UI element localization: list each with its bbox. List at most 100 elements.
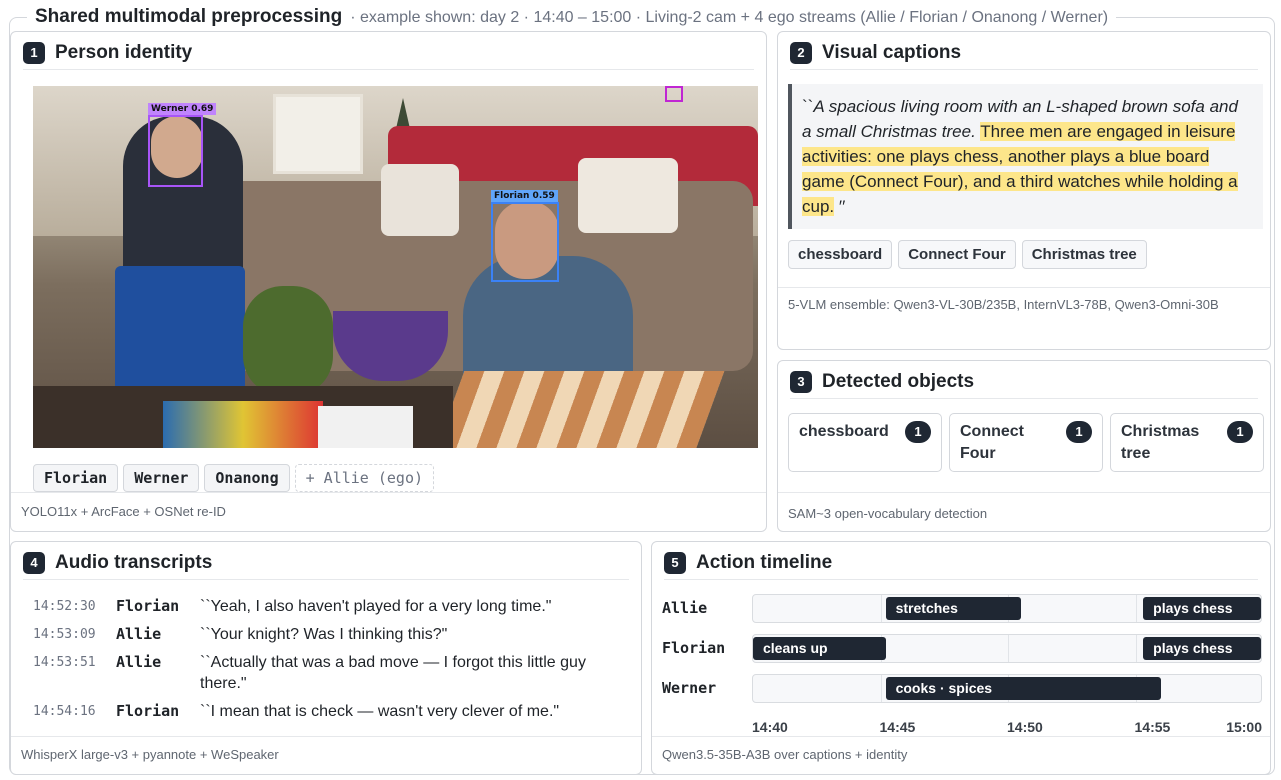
detection-box-florian[interactable]: Florian 0.59 xyxy=(491,190,559,282)
detection-box-partial[interactable] xyxy=(665,86,683,102)
timeline-track[interactable]: cleans up plays chess xyxy=(752,634,1262,663)
object-count-badge: 1 xyxy=(905,421,931,443)
panel-title: Detected objects xyxy=(822,370,975,392)
identity-chip-ego[interactable]: + Allie (ego) xyxy=(294,464,435,492)
panel-number-badge: 4 xyxy=(23,551,45,574)
scene-cushion-1 xyxy=(381,164,459,236)
transcript-time: 14:53:09 xyxy=(33,627,96,642)
object-name: chessboard xyxy=(799,423,889,440)
object-card[interactable]: Connect Four 1 xyxy=(949,413,1103,472)
panel-audio-transcripts: 4 Audio transcripts 14:52:30 Florian ``Y… xyxy=(10,541,642,775)
caption-tag[interactable]: chessboard xyxy=(788,240,893,269)
transcript-speaker: Florian xyxy=(116,702,180,720)
timeline-action-bar[interactable]: plays chess xyxy=(1143,597,1261,620)
scene-cushion-2 xyxy=(578,158,678,233)
timeline-track[interactable]: cooks · spices xyxy=(752,674,1262,703)
timeline-tick-label: 14:40 xyxy=(752,719,788,735)
scene-books xyxy=(163,401,323,448)
transcript-time: 14:54:16 xyxy=(33,704,96,719)
panel-visual-captions: 2 Visual captions ``A spacious living ro… xyxy=(777,31,1271,350)
caption-tag[interactable]: Christmas tree xyxy=(1021,240,1147,269)
timeline-tick-label: 14:50 xyxy=(1007,719,1043,735)
detection-label-werner: Werner 0.69 xyxy=(148,103,217,115)
footer-text: Qwen3.5-35B-A3B over captions + identity xyxy=(662,747,908,762)
object-count-badge: 1 xyxy=(1066,421,1092,443)
timeline-gridline xyxy=(1135,635,1137,662)
object-list: chessboard 1 Connect Four 1 Christmas tr… xyxy=(788,413,1264,472)
identity-chip[interactable]: Werner xyxy=(123,464,200,492)
identity-chip[interactable]: Onanong xyxy=(204,464,290,492)
panel-header: 1 Person identity xyxy=(23,40,754,70)
timeline-tick-label: 14:45 xyxy=(879,719,916,735)
panel-header: 4 Audio transcripts xyxy=(23,550,629,580)
transcript-text: ``Your knight? Was I thinking this?" xyxy=(200,626,448,643)
scene-chessboard xyxy=(431,371,725,448)
timeline-person-name: Allie xyxy=(662,599,708,617)
caption-quote: ``A spacious living room with an L-shape… xyxy=(788,84,1263,229)
timeline-person-name: Werner xyxy=(662,679,717,697)
transcript-speaker: Allie xyxy=(116,653,162,671)
transcript-speaker: Florian xyxy=(116,597,180,615)
timeline-person-name: Florian xyxy=(662,639,726,657)
camera-frame-image: Werner 0.69 Florian 0.59 xyxy=(33,86,758,448)
panel-title: Visual captions xyxy=(822,41,962,63)
panel-footer: YOLO11x + ArcFace + OSNet re-ID xyxy=(11,492,766,531)
detection-box-werner[interactable]: Werner 0.69 xyxy=(148,103,217,187)
scene-window xyxy=(273,94,363,174)
panel-action-timeline: 5 Action timeline Allie stretches plays ch… xyxy=(651,541,1271,775)
transcript-speaker: Allie xyxy=(116,625,162,643)
object-name: Christmas tree xyxy=(1121,423,1200,462)
timeline-action-bar[interactable]: cooks · spices xyxy=(885,677,1161,700)
timeline-action-bar[interactable]: cleans up xyxy=(753,637,886,660)
transcript-time: 14:52:30 xyxy=(33,599,96,614)
timeline-gridline xyxy=(1008,635,1009,662)
panel-footer: Qwen3.5-35B-A3B over captions + identity xyxy=(652,736,1270,774)
object-name: Connect Four xyxy=(960,423,1024,462)
timeline-gridline xyxy=(880,595,882,622)
object-card[interactable]: Christmas tree 1 xyxy=(1110,413,1264,472)
transcript-text: ``Actually that was a bad move — I forgo… xyxy=(200,654,586,692)
scene-plant xyxy=(243,286,333,396)
panel-person-identity: 1 Person identity Werner 0.69 Florian 0.… xyxy=(10,31,767,532)
transcript-row[interactable]: 14:54:16 Florian ``I mean that is check … xyxy=(33,701,633,722)
detection-label-florian: Florian 0.59 xyxy=(491,190,558,202)
panel-header: 3 Detected objects xyxy=(790,369,1258,399)
panel-footer: 5-VLM ensemble: Qwen3-VL-30B/235B, Inter… xyxy=(778,287,1270,349)
scene-connect-four xyxy=(115,266,245,406)
transcript-text: ``Yeah, I also haven't played for a very… xyxy=(200,598,552,615)
panel-header: 2 Visual captions xyxy=(790,40,1258,70)
object-card[interactable]: chessboard 1 xyxy=(788,413,942,472)
timeline-track[interactable]: stretches plays chess xyxy=(752,594,1262,623)
transcript-row[interactable]: 14:53:51 Allie ``Actually that was a bad… xyxy=(33,652,633,694)
transcript-row[interactable]: 14:53:09 Allie ``Your knight? Was I thin… xyxy=(33,624,633,645)
timeline-gridline xyxy=(1135,595,1137,622)
caption-tags: chessboard Connect Four Christmas tree xyxy=(788,240,1147,269)
timeline-tick-label: 15:00 xyxy=(1226,719,1262,735)
object-count-badge: 1 xyxy=(1227,421,1253,443)
panel-footer: WhisperX large-v3 + pyannote + WeSpeaker xyxy=(11,736,641,774)
caption-tag[interactable]: Connect Four xyxy=(898,240,1016,269)
footer-text: YOLO11x + ArcFace + OSNet re-ID xyxy=(21,504,226,519)
timeline-action-bar[interactable]: stretches xyxy=(885,597,1021,620)
transcript-time: 14:53:51 xyxy=(33,655,96,670)
transcript-text: ``I mean that is check — wasn't very cle… xyxy=(200,703,560,720)
transcript-row[interactable]: 14:52:30 Florian ``Yeah, I also haven't … xyxy=(33,596,633,617)
timeline-action-bar[interactable]: plays chess xyxy=(1143,637,1261,660)
frame-title: Shared multimodal preprocessing · exampl… xyxy=(27,6,1117,28)
frame-title-main: Shared multimodal preprocessing xyxy=(35,6,343,27)
frame-title-sub: · example shown: day 2 · 14:40 – 15:00 ·… xyxy=(350,9,1109,26)
panel-number-badge: 3 xyxy=(790,370,812,393)
footer-text: 5-VLM ensemble: Qwen3-VL-30B/235B, Inter… xyxy=(788,297,1219,312)
panel-title: Audio transcripts xyxy=(55,551,213,573)
panel-number-badge: 2 xyxy=(790,41,812,64)
panel-title: Person identity xyxy=(55,41,193,63)
quote-close: ′′ xyxy=(838,197,846,216)
panel-header: 5 Action timeline xyxy=(664,550,1258,580)
quote-open: `` xyxy=(802,97,814,116)
panel-number-badge: 1 xyxy=(23,41,45,64)
identity-chips: Florian Werner Onanong + Allie (ego) xyxy=(33,464,435,492)
identity-chip[interactable]: Florian xyxy=(33,464,119,492)
panel-footer: SAM~3 open-vocabulary detection xyxy=(778,492,1270,531)
transcript-list: 14:52:30 Florian ``Yeah, I also haven't … xyxy=(33,596,633,729)
panel-detected-objects: 3 Detected objects chessboard 1 Connect … xyxy=(777,360,1271,532)
